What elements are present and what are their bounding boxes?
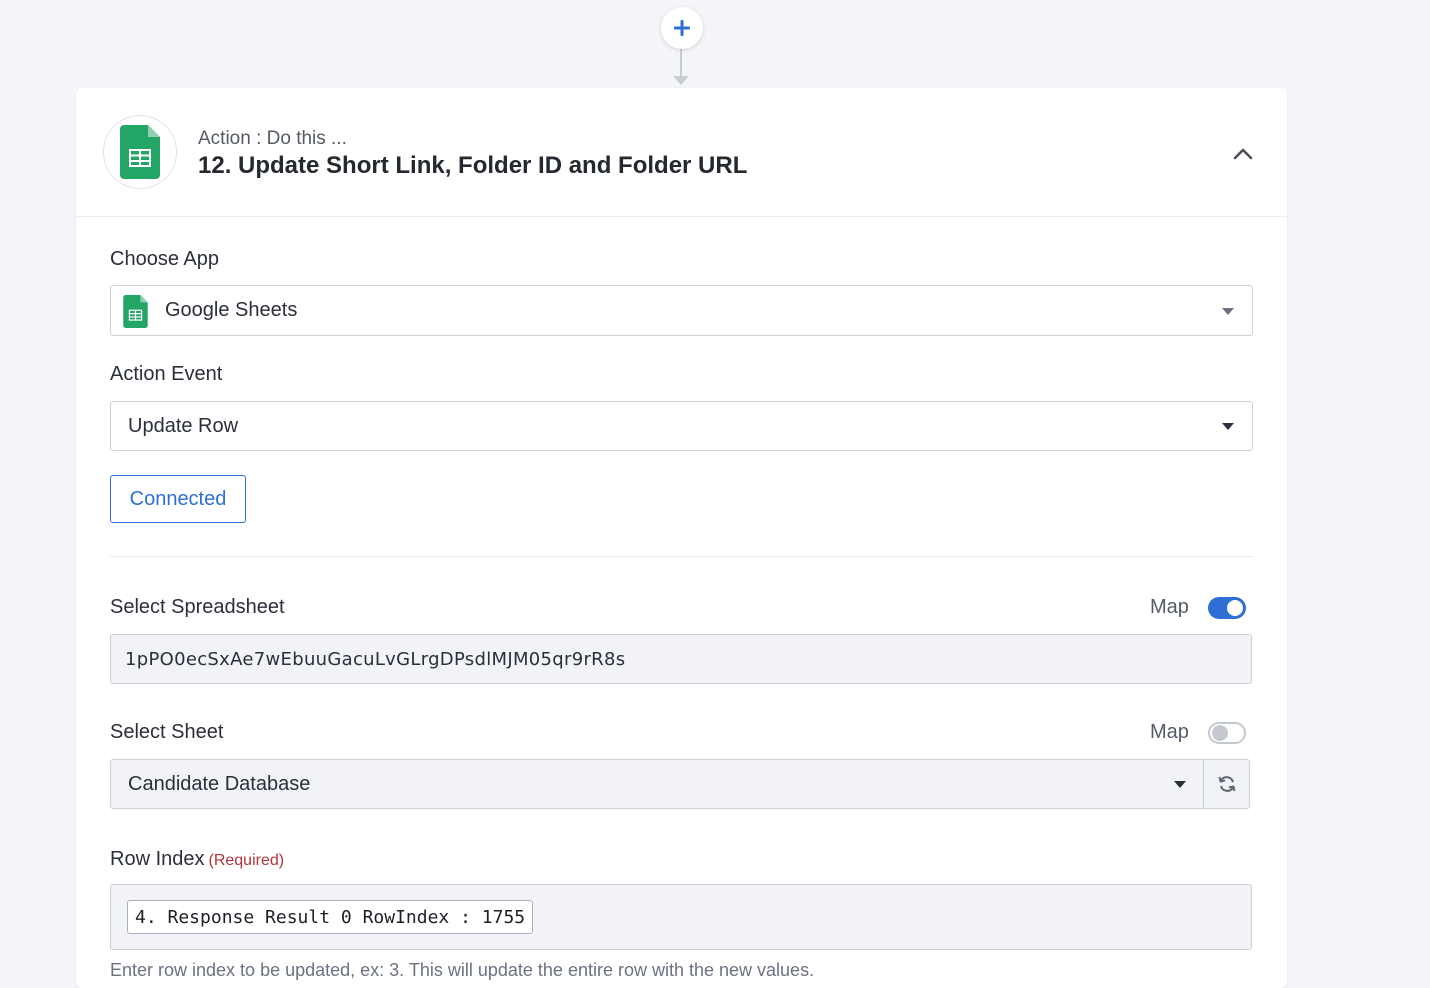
refresh-sheets-button[interactable] xyxy=(1203,759,1250,809)
sheet-map-toggle[interactable] xyxy=(1208,722,1246,744)
row-index-input[interactable]: 4. Response Result 0 RowIndex : 1755 xyxy=(110,884,1252,950)
choose-app-select[interactable]: Google Sheets xyxy=(110,285,1253,336)
step-subtitle: Action : Do this ... xyxy=(198,128,347,149)
spreadsheet-value: 1pPO0ecSxAe7wEbuuGacuLvGLrgDPsdlMJM05qr9… xyxy=(125,648,626,670)
google-sheets-icon xyxy=(120,125,160,179)
chevron-down-icon xyxy=(1222,308,1234,315)
add-step-button[interactable] xyxy=(661,7,703,49)
action-event-value: Update Row xyxy=(128,414,239,437)
action-step-card: Action : Do this ... 12. Update Short Li… xyxy=(76,88,1287,988)
google-sheets-icon xyxy=(123,295,148,328)
app-logo xyxy=(103,115,177,189)
section-divider xyxy=(110,556,1253,557)
chevron-down-icon xyxy=(1174,781,1186,788)
toggle-knob xyxy=(1227,600,1243,616)
sheet-map-label: Map xyxy=(1150,721,1189,743)
connector-arrow-icon xyxy=(673,76,689,85)
sheet-label: Select Sheet xyxy=(110,721,224,743)
spreadsheet-map-toggle[interactable] xyxy=(1208,597,1246,619)
action-event-label: Action Event xyxy=(110,363,223,385)
required-marker: (Required) xyxy=(208,852,285,869)
sheet-value: Candidate Database xyxy=(128,772,311,795)
spreadsheet-map-label: Map xyxy=(1150,596,1189,618)
collapse-button[interactable] xyxy=(1229,140,1257,168)
plus-icon xyxy=(674,20,690,36)
connected-button[interactable]: Connected xyxy=(110,475,246,523)
chevron-up-icon xyxy=(1233,148,1253,160)
spreadsheet-label: Select Spreadsheet xyxy=(110,596,285,618)
sheet-select[interactable]: Candidate Database xyxy=(110,759,1204,809)
toggle-knob xyxy=(1212,725,1228,741)
step-header[interactable]: Action : Do this ... 12. Update Short Li… xyxy=(76,88,1287,217)
connector-line xyxy=(680,48,682,76)
row-index-label: Row Index (Required) xyxy=(110,848,284,871)
refresh-icon xyxy=(1218,776,1235,792)
spreadsheet-input[interactable]: 1pPO0ecSxAe7wEbuuGacuLvGLrgDPsdlMJM05qr9… xyxy=(110,634,1252,684)
choose-app-label: Choose App xyxy=(110,248,219,270)
row-index-help-text: Enter row index to be updated, ex: 3. Th… xyxy=(110,960,815,980)
row-index-label-text: Row Index xyxy=(110,848,205,870)
step-title: 12. Update Short Link, Folder ID and Fol… xyxy=(198,152,748,179)
chevron-down-icon xyxy=(1222,423,1234,430)
mapped-value-chip[interactable]: 4. Response Result 0 RowIndex : 1755 xyxy=(127,900,534,934)
choose-app-value: Google Sheets xyxy=(165,299,298,321)
action-event-select[interactable]: Update Row xyxy=(110,401,1253,451)
